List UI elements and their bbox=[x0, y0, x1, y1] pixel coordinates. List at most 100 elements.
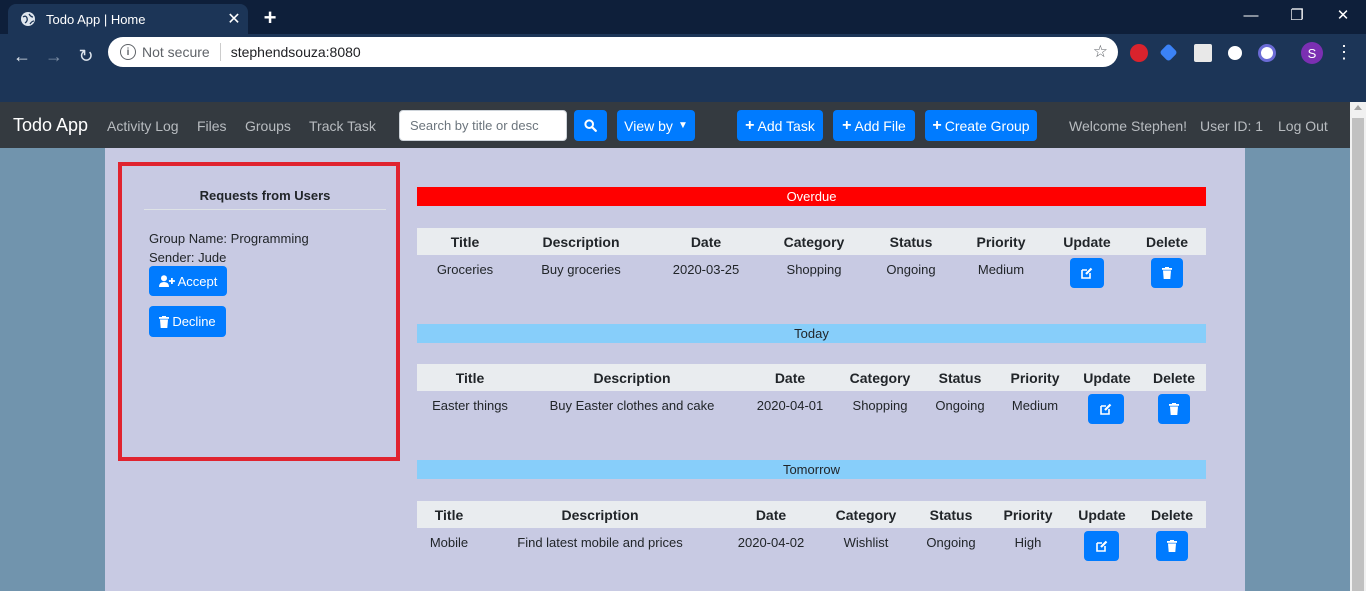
window-close-icon[interactable]: ✕ bbox=[1320, 0, 1366, 30]
minimize-icon[interactable]: — bbox=[1228, 0, 1274, 30]
nav-link-files[interactable]: Files bbox=[197, 118, 227, 134]
column-header-priority: Priority bbox=[1010, 370, 1060, 386]
table-header-tomorrow: Title Description Date Category Status P… bbox=[417, 501, 1206, 528]
scroll-up-icon[interactable] bbox=[1354, 105, 1362, 110]
address-bar[interactable]: i Not secure stephendsouza:8080 ☆ bbox=[108, 37, 1118, 67]
add-file-button[interactable]: + Add File bbox=[833, 110, 915, 141]
cell-priority: Medium bbox=[977, 262, 1025, 277]
column-header-status: Status bbox=[889, 234, 933, 250]
decline-button[interactable]: Decline bbox=[149, 306, 226, 337]
column-header-title: Title bbox=[455, 370, 485, 386]
extension-clock-icon[interactable] bbox=[1226, 44, 1244, 62]
edit-icon bbox=[1081, 267, 1093, 279]
new-tab-icon[interactable]: + bbox=[258, 5, 282, 30]
welcome-text: Welcome Stephen! bbox=[1069, 118, 1188, 134]
user-id-text: User ID: 1 bbox=[1200, 118, 1264, 134]
cell-priority: High bbox=[1014, 535, 1042, 550]
edit-icon bbox=[1095, 540, 1107, 552]
back-icon[interactable]: ← bbox=[8, 42, 36, 70]
view-by-label: View by bbox=[624, 117, 673, 134]
column-header-date: Date bbox=[755, 507, 787, 523]
cell-status: Ongoing bbox=[926, 535, 976, 550]
cell-status: Ongoing bbox=[935, 398, 985, 413]
cell-description: Find latest mobile and prices bbox=[517, 535, 683, 550]
trash-icon bbox=[1162, 267, 1172, 279]
scroll-thumb[interactable] bbox=[1352, 118, 1364, 591]
create-group-label: Create Group bbox=[944, 117, 1030, 134]
extension-save-icon[interactable] bbox=[1194, 44, 1212, 62]
cell-title: Easter things bbox=[432, 398, 508, 413]
add-file-label: Add File bbox=[854, 117, 906, 134]
create-group-button[interactable]: + Create Group bbox=[925, 110, 1037, 141]
cell-date: 2020-04-01 bbox=[756, 398, 824, 413]
column-header-update: Update bbox=[1063, 234, 1111, 250]
cell-date: 2020-03-25 bbox=[672, 262, 740, 277]
restore-icon[interactable]: ❐ bbox=[1274, 0, 1320, 30]
bookmark-star-icon[interactable]: ☆ bbox=[1093, 42, 1108, 62]
forward-icon[interactable]: → bbox=[40, 42, 68, 70]
extension-hand-icon[interactable] bbox=[1130, 44, 1148, 62]
trash-icon bbox=[1167, 540, 1177, 552]
cell-date: 2020-04-02 bbox=[737, 535, 805, 550]
column-header-priority: Priority bbox=[1003, 507, 1053, 523]
request-sender: Sender: Jude bbox=[149, 250, 227, 265]
column-header-delete: Delete bbox=[1145, 234, 1189, 250]
plus-icon: + bbox=[745, 116, 755, 134]
nav-link-activity-log[interactable]: Activity Log bbox=[107, 118, 179, 134]
accept-button[interactable]: Accept bbox=[149, 266, 227, 296]
nav-link-groups[interactable]: Groups bbox=[245, 118, 291, 134]
column-header-date: Date bbox=[690, 234, 722, 250]
plus-icon: + bbox=[932, 116, 942, 134]
browser-menu-icon[interactable]: ⋮ bbox=[1335, 42, 1353, 63]
delete-button[interactable] bbox=[1151, 258, 1183, 288]
page-scrollbar[interactable] bbox=[1350, 102, 1366, 591]
reload-icon[interactable]: ↻ bbox=[72, 42, 100, 70]
column-header-category: Category bbox=[849, 370, 911, 386]
delete-button[interactable] bbox=[1156, 531, 1188, 561]
column-header-description: Description bbox=[593, 370, 671, 386]
delete-button[interactable] bbox=[1158, 394, 1190, 424]
trash-icon bbox=[1169, 403, 1179, 415]
column-header-delete: Delete bbox=[1150, 507, 1194, 523]
app-navbar: Todo App Activity Log Files Groups Track… bbox=[0, 102, 1350, 148]
cell-status: Ongoing bbox=[886, 262, 936, 277]
search-button[interactable] bbox=[574, 110, 607, 141]
column-header-category: Category bbox=[783, 234, 845, 250]
cell-description: Buy Easter clothes and cake bbox=[549, 398, 715, 413]
column-header-status: Status bbox=[929, 507, 973, 523]
section-header-tomorrow: Tomorrow bbox=[417, 460, 1206, 479]
update-button[interactable] bbox=[1088, 394, 1124, 424]
tab-close-icon[interactable]: ✕ bbox=[224, 9, 244, 29]
column-header-category: Category bbox=[835, 507, 897, 523]
brand-logo[interactable]: Todo App bbox=[13, 115, 88, 136]
plus-icon: + bbox=[842, 116, 852, 134]
column-header-date: Date bbox=[774, 370, 806, 386]
extension-graduation-icon[interactable] bbox=[1159, 43, 1178, 62]
user-plus-icon bbox=[158, 275, 175, 287]
browser-tab[interactable]: Todo App | Home ✕ bbox=[8, 4, 248, 34]
section-header-overdue: Overdue bbox=[417, 187, 1206, 206]
caret-down-icon: ▼ bbox=[677, 120, 688, 131]
accept-label: Accept bbox=[177, 273, 218, 289]
update-button[interactable] bbox=[1084, 531, 1119, 561]
cell-title: Mobile bbox=[429, 535, 469, 550]
omnibox-divider bbox=[219, 43, 221, 61]
url-text[interactable]: stephendsouza:8080 bbox=[231, 44, 361, 60]
nav-link-track-task[interactable]: Track Task bbox=[309, 118, 376, 134]
logout-link[interactable]: Log Out bbox=[1278, 118, 1328, 134]
cell-category: Wishlist bbox=[843, 535, 889, 550]
column-header-update: Update bbox=[1078, 507, 1126, 523]
info-icon[interactable]: i bbox=[120, 44, 136, 60]
column-header-title: Title bbox=[450, 234, 480, 250]
cell-category: Shopping bbox=[852, 398, 908, 413]
tab-title: Todo App | Home bbox=[46, 11, 146, 27]
search-input[interactable] bbox=[399, 110, 567, 141]
profile-avatar[interactable]: S bbox=[1301, 42, 1323, 64]
requests-title: Requests from Users bbox=[144, 188, 386, 210]
column-header-update: Update bbox=[1083, 370, 1131, 386]
update-button[interactable] bbox=[1070, 258, 1104, 288]
add-task-button[interactable]: + Add Task bbox=[737, 110, 823, 141]
column-header-status: Status bbox=[938, 370, 982, 386]
view-by-dropdown[interactable]: View by ▼ bbox=[617, 110, 695, 141]
extension-block-icon[interactable] bbox=[1258, 44, 1276, 62]
